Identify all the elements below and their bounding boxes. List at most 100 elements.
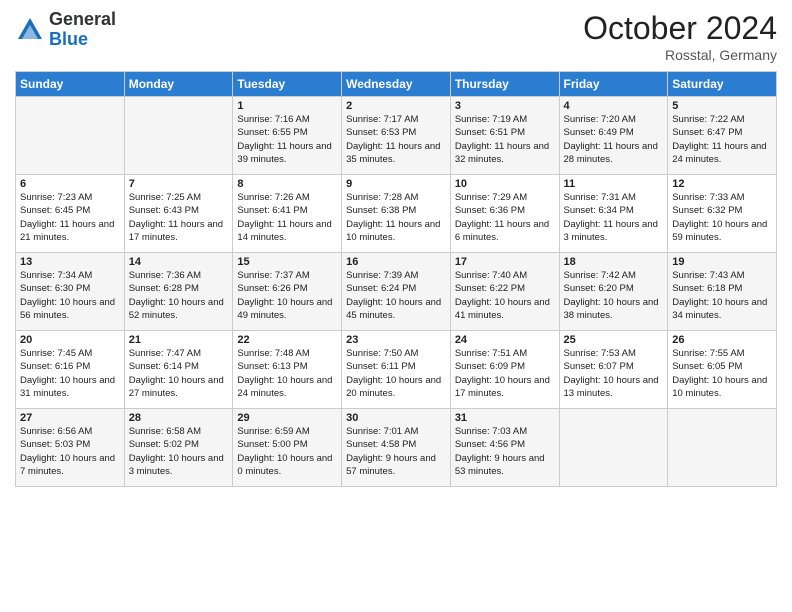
- day-number: 29: [237, 412, 337, 424]
- cell-week3-day4: 17Sunrise: 7:40 AMSunset: 6:22 PMDayligh…: [450, 253, 559, 331]
- cell-week5-day0: 27Sunrise: 6:56 AMSunset: 5:03 PMDayligh…: [16, 409, 125, 487]
- day-info: Sunrise: 7:01 AMSunset: 4:58 PMDaylight:…: [346, 425, 446, 478]
- day-number: 25: [564, 334, 664, 346]
- cell-week3-day2: 15Sunrise: 7:37 AMSunset: 6:26 PMDayligh…: [233, 253, 342, 331]
- cell-week2-day6: 12Sunrise: 7:33 AMSunset: 6:32 PMDayligh…: [668, 175, 777, 253]
- header-thursday: Thursday: [450, 72, 559, 97]
- day-number: 3: [455, 100, 555, 112]
- day-info: Sunrise: 7:20 AMSunset: 6:49 PMDaylight:…: [564, 113, 664, 166]
- header-saturday: Saturday: [668, 72, 777, 97]
- day-number: 11: [564, 178, 664, 190]
- day-number: 30: [346, 412, 446, 424]
- cell-week3-day5: 18Sunrise: 7:42 AMSunset: 6:20 PMDayligh…: [559, 253, 668, 331]
- day-info: Sunrise: 7:22 AMSunset: 6:47 PMDaylight:…: [672, 113, 772, 166]
- cell-week2-day2: 8Sunrise: 7:26 AMSunset: 6:41 PMDaylight…: [233, 175, 342, 253]
- logo-text: General Blue: [49, 10, 116, 50]
- cell-week5-day4: 31Sunrise: 7:03 AMSunset: 4:56 PMDayligh…: [450, 409, 559, 487]
- logo-icon: [15, 15, 45, 45]
- day-number: 23: [346, 334, 446, 346]
- day-number: 26: [672, 334, 772, 346]
- cell-week4-day4: 24Sunrise: 7:51 AMSunset: 6:09 PMDayligh…: [450, 331, 559, 409]
- logo-general: General: [49, 10, 116, 30]
- header-tuesday: Tuesday: [233, 72, 342, 97]
- day-info: Sunrise: 7:26 AMSunset: 6:41 PMDaylight:…: [237, 191, 337, 244]
- day-number: 7: [129, 178, 229, 190]
- cell-week1-day2: 1Sunrise: 7:16 AMSunset: 6:55 PMDaylight…: [233, 97, 342, 175]
- cell-week3-day6: 19Sunrise: 7:43 AMSunset: 6:18 PMDayligh…: [668, 253, 777, 331]
- day-number: 28: [129, 412, 229, 424]
- day-number: 21: [129, 334, 229, 346]
- logo: General Blue: [15, 10, 116, 50]
- day-info: Sunrise: 7:29 AMSunset: 6:36 PMDaylight:…: [455, 191, 555, 244]
- cell-week4-day2: 22Sunrise: 7:48 AMSunset: 6:13 PMDayligh…: [233, 331, 342, 409]
- day-number: 22: [237, 334, 337, 346]
- week-row-2: 6Sunrise: 7:23 AMSunset: 6:45 PMDaylight…: [16, 175, 777, 253]
- header-row: Sunday Monday Tuesday Wednesday Thursday…: [16, 72, 777, 97]
- day-info: Sunrise: 7:48 AMSunset: 6:13 PMDaylight:…: [237, 347, 337, 400]
- cell-week2-day4: 10Sunrise: 7:29 AMSunset: 6:36 PMDayligh…: [450, 175, 559, 253]
- day-info: Sunrise: 7:40 AMSunset: 6:22 PMDaylight:…: [455, 269, 555, 322]
- day-info: Sunrise: 7:31 AMSunset: 6:34 PMDaylight:…: [564, 191, 664, 244]
- day-number: 31: [455, 412, 555, 424]
- day-info: Sunrise: 7:55 AMSunset: 6:05 PMDaylight:…: [672, 347, 772, 400]
- day-info: Sunrise: 7:50 AMSunset: 6:11 PMDaylight:…: [346, 347, 446, 400]
- day-info: Sunrise: 7:53 AMSunset: 6:07 PMDaylight:…: [564, 347, 664, 400]
- page-header: General Blue October 2024 Rosstal, Germa…: [15, 10, 777, 63]
- cell-week5-day2: 29Sunrise: 6:59 AMSunset: 5:00 PMDayligh…: [233, 409, 342, 487]
- cell-week4-day1: 21Sunrise: 7:47 AMSunset: 6:14 PMDayligh…: [124, 331, 233, 409]
- day-info: Sunrise: 7:25 AMSunset: 6:43 PMDaylight:…: [129, 191, 229, 244]
- day-number: 17: [455, 256, 555, 268]
- day-info: Sunrise: 7:45 AMSunset: 6:16 PMDaylight:…: [20, 347, 120, 400]
- cell-week3-day1: 14Sunrise: 7:36 AMSunset: 6:28 PMDayligh…: [124, 253, 233, 331]
- cell-week4-day5: 25Sunrise: 7:53 AMSunset: 6:07 PMDayligh…: [559, 331, 668, 409]
- cell-week2-day1: 7Sunrise: 7:25 AMSunset: 6:43 PMDaylight…: [124, 175, 233, 253]
- week-row-3: 13Sunrise: 7:34 AMSunset: 6:30 PMDayligh…: [16, 253, 777, 331]
- location: Rosstal, Germany: [583, 47, 777, 63]
- cell-week4-day3: 23Sunrise: 7:50 AMSunset: 6:11 PMDayligh…: [342, 331, 451, 409]
- logo-blue: Blue: [49, 30, 116, 50]
- day-number: 12: [672, 178, 772, 190]
- day-info: Sunrise: 7:33 AMSunset: 6:32 PMDaylight:…: [672, 191, 772, 244]
- day-number: 5: [672, 100, 772, 112]
- cell-week1-day0: [16, 97, 125, 175]
- cell-week4-day0: 20Sunrise: 7:45 AMSunset: 6:16 PMDayligh…: [16, 331, 125, 409]
- cell-week3-day0: 13Sunrise: 7:34 AMSunset: 6:30 PMDayligh…: [16, 253, 125, 331]
- day-info: Sunrise: 6:56 AMSunset: 5:03 PMDaylight:…: [20, 425, 120, 478]
- cell-week2-day3: 9Sunrise: 7:28 AMSunset: 6:38 PMDaylight…: [342, 175, 451, 253]
- cell-week1-day1: [124, 97, 233, 175]
- cell-week2-day0: 6Sunrise: 7:23 AMSunset: 6:45 PMDaylight…: [16, 175, 125, 253]
- day-number: 2: [346, 100, 446, 112]
- day-info: Sunrise: 7:42 AMSunset: 6:20 PMDaylight:…: [564, 269, 664, 322]
- day-info: Sunrise: 7:17 AMSunset: 6:53 PMDaylight:…: [346, 113, 446, 166]
- day-number: 14: [129, 256, 229, 268]
- cell-week1-day3: 2Sunrise: 7:17 AMSunset: 6:53 PMDaylight…: [342, 97, 451, 175]
- day-info: Sunrise: 7:28 AMSunset: 6:38 PMDaylight:…: [346, 191, 446, 244]
- day-number: 4: [564, 100, 664, 112]
- title-block: October 2024 Rosstal, Germany: [583, 10, 777, 63]
- day-number: 27: [20, 412, 120, 424]
- cell-week5-day5: [559, 409, 668, 487]
- calendar-table: Sunday Monday Tuesday Wednesday Thursday…: [15, 71, 777, 487]
- day-info: Sunrise: 7:36 AMSunset: 6:28 PMDaylight:…: [129, 269, 229, 322]
- cell-week2-day5: 11Sunrise: 7:31 AMSunset: 6:34 PMDayligh…: [559, 175, 668, 253]
- header-sunday: Sunday: [16, 72, 125, 97]
- day-info: Sunrise: 7:23 AMSunset: 6:45 PMDaylight:…: [20, 191, 120, 244]
- week-row-1: 1Sunrise: 7:16 AMSunset: 6:55 PMDaylight…: [16, 97, 777, 175]
- header-friday: Friday: [559, 72, 668, 97]
- cell-week1-day4: 3Sunrise: 7:19 AMSunset: 6:51 PMDaylight…: [450, 97, 559, 175]
- day-info: Sunrise: 6:58 AMSunset: 5:02 PMDaylight:…: [129, 425, 229, 478]
- day-number: 24: [455, 334, 555, 346]
- day-number: 19: [672, 256, 772, 268]
- day-number: 20: [20, 334, 120, 346]
- day-number: 9: [346, 178, 446, 190]
- day-info: Sunrise: 6:59 AMSunset: 5:00 PMDaylight:…: [237, 425, 337, 478]
- day-info: Sunrise: 7:03 AMSunset: 4:56 PMDaylight:…: [455, 425, 555, 478]
- week-row-4: 20Sunrise: 7:45 AMSunset: 6:16 PMDayligh…: [16, 331, 777, 409]
- day-info: Sunrise: 7:37 AMSunset: 6:26 PMDaylight:…: [237, 269, 337, 322]
- cell-week5-day6: [668, 409, 777, 487]
- cell-week1-day5: 4Sunrise: 7:20 AMSunset: 6:49 PMDaylight…: [559, 97, 668, 175]
- cell-week5-day1: 28Sunrise: 6:58 AMSunset: 5:02 PMDayligh…: [124, 409, 233, 487]
- month-title: October 2024: [583, 10, 777, 47]
- day-number: 16: [346, 256, 446, 268]
- day-number: 15: [237, 256, 337, 268]
